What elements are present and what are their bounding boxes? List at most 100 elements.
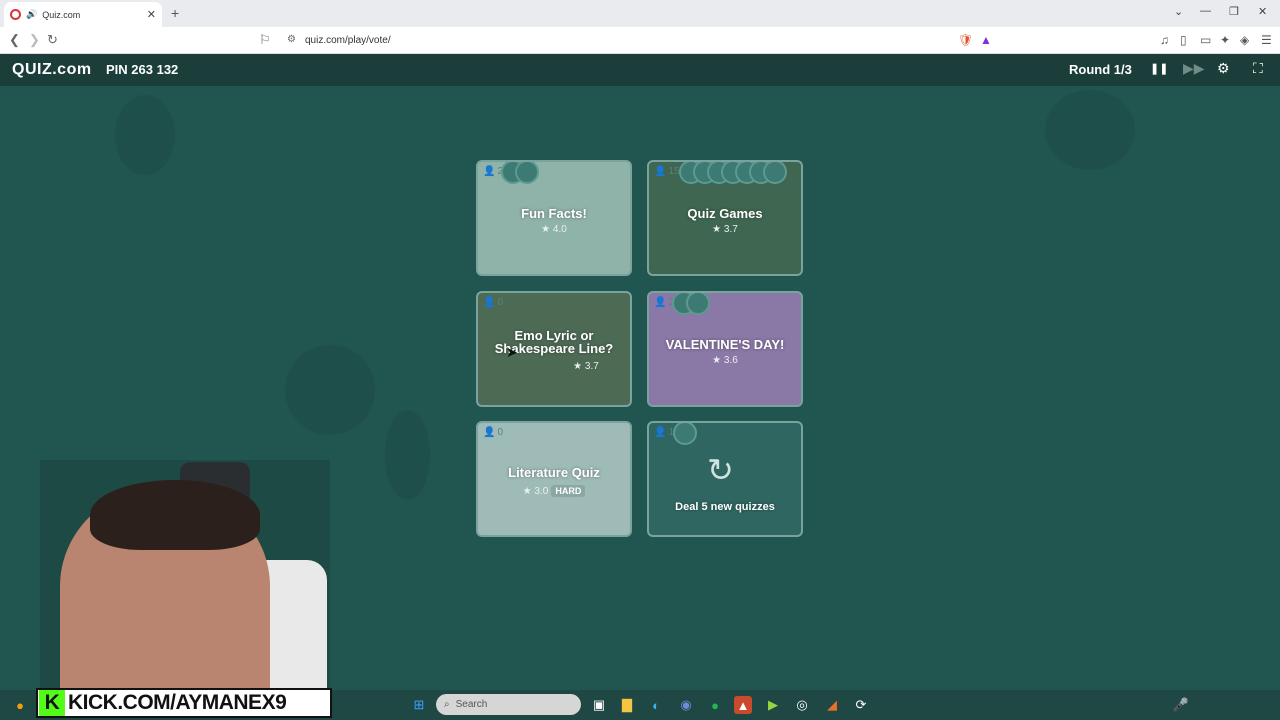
mouse-cursor-icon: ➤ (506, 344, 518, 360)
url-text: quiz.com/play/vote/ (305, 35, 391, 46)
url-field[interactable]: ⚙ quiz.com/play/vote/ (283, 31, 953, 50)
person-icon: 👤 (483, 427, 496, 438)
vote-count: 👤 1 (654, 427, 675, 438)
kick-logo-icon: K (39, 690, 65, 716)
tab-title: Quiz.com (42, 9, 81, 20)
vote-count: 👤 0 (483, 427, 504, 438)
wallet-icon[interactable]: ▭ (1200, 33, 1211, 47)
maximize-button[interactable]: ❐ (1229, 5, 1239, 18)
close-tab-icon[interactable]: ✕ (147, 8, 156, 21)
fullscreen-icon[interactable]: ⛶ (1253, 60, 1263, 77)
brave-rewards-icon[interactable]: ▲ (980, 33, 992, 47)
back-icon[interactable]: ❮ (9, 32, 20, 48)
browser-tab-bar: 🔊 Quiz.com ✕ + ⌄ — ❐ ✕ (0, 0, 1280, 27)
edge-icon[interactable]: ◐ (647, 696, 665, 714)
weather-icon[interactable]: ● (11, 696, 29, 714)
close-window-button[interactable]: ✕ (1258, 5, 1267, 18)
brave-shield-icon[interactable]: 🛡 (958, 33, 973, 47)
person-icon: 👤 (654, 166, 667, 177)
quiz-header: QUIZ.com PIN 263 132 Round 1/3 ❚❚ ▶▶ ⚙ ⛶ (0, 54, 1280, 86)
card-rating: ★ 3.7 (712, 224, 738, 235)
quiz-favicon-icon (10, 9, 21, 20)
person-icon: 👤 (483, 166, 496, 177)
vote-count: 👤2 (654, 297, 674, 308)
card-rating: ★ 4.0 (541, 224, 567, 235)
card-title: Quiz Games (687, 206, 763, 221)
steam-icon[interactable]: ◎ (793, 696, 811, 714)
skip-icon[interactable]: ▶▶ (1183, 60, 1205, 77)
streamer-hair (90, 480, 260, 550)
card-rating-row: ★ 3.0 HARD (478, 485, 630, 497)
voter-avatars (673, 423, 697, 445)
card-rating: ★ 3.0 (522, 486, 549, 497)
kick-banner: K KICK.COM/AYMANEX9 (36, 688, 332, 718)
audio-icon: 🔊 (26, 9, 38, 19)
bg-decoration (1045, 90, 1135, 170)
leo-icon[interactable]: ✦ (1220, 33, 1230, 47)
logo-text: QUIZ.com (12, 61, 92, 78)
discord-icon[interactable]: ◉ (677, 696, 695, 714)
person-icon: 👤 (654, 427, 667, 438)
vote-count: 👤2 (483, 166, 503, 177)
voter-avatar (673, 423, 697, 445)
card-title: Fun Facts! (521, 206, 587, 221)
pause-icon[interactable]: ❚❚ (1150, 62, 1168, 75)
person-icon: 👤 (654, 297, 667, 308)
voter-avatar (763, 162, 787, 184)
voter-avatar (515, 162, 539, 184)
media-icon[interactable]: ♫ (1160, 33, 1169, 47)
sidebar-icon[interactable]: ▯ (1180, 33, 1187, 47)
quiz-card-literature[interactable]: 👤 0 Literature Quiz ★ 3.0 HARD (476, 421, 632, 537)
card-title: VALENTINE'S DAY! (665, 337, 785, 352)
taskbar-search[interactable]: ⌕ Search (436, 694, 581, 715)
card-title: Emo Lyric or Shakespeare Line? (494, 328, 614, 356)
voter-avatar (686, 293, 710, 315)
card-rating: ★ 3.6 (712, 355, 738, 366)
card-rating: ★ 3.7 (573, 361, 599, 372)
app-icon-2[interactable]: ⟳ (852, 696, 870, 714)
file-explorer-icon[interactable]: ▇ (618, 696, 636, 714)
round-indicator: Round 1/3 (1069, 62, 1132, 77)
reload-icon[interactable]: ↻ (47, 32, 58, 48)
difficulty-badge: HARD (551, 485, 586, 497)
search-placeholder: Search (455, 699, 488, 710)
media-player-icon[interactable]: ▶ (764, 696, 782, 714)
voter-avatars (679, 162, 787, 184)
spotify-icon[interactable]: ● (706, 696, 724, 714)
settings-gear-icon[interactable]: ⚙ (1217, 60, 1230, 77)
app-icon[interactable]: ◢ (823, 696, 841, 714)
card-title: Deal 5 new quizzes (675, 501, 775, 513)
vote-count: 👤 0 (483, 297, 504, 308)
deal-new-quizzes-card[interactable]: 👤 1 ↻ Deal 5 new quizzes (647, 421, 803, 537)
new-tab-button[interactable]: + (171, 5, 179, 21)
vpn-icon[interactable]: ◈ (1240, 33, 1249, 47)
bg-decoration (385, 410, 430, 500)
tab-list-icon[interactable]: ⌄ (1174, 5, 1183, 18)
bg-decoration (115, 95, 175, 175)
microphone-icon[interactable]: 🎤 (1172, 696, 1190, 714)
forward-icon[interactable]: ❯ (29, 32, 40, 48)
bookmark-icon[interactable]: ⚐ (259, 32, 271, 48)
voter-avatars (501, 162, 539, 184)
game-pin: PIN 263 132 (106, 62, 179, 77)
quiz-card-fun-facts[interactable]: 👤2 Fun Facts! ★ 4.0 (476, 160, 632, 276)
vote-count: 👤 15 (654, 166, 680, 177)
quiz-card-emo-lyric[interactable]: 👤 0 Emo Lyric or Shakespeare Line? ★ 3.7 (476, 291, 632, 407)
bg-decoration (285, 345, 375, 435)
address-bar-row: ❮ ❯ ↻ ⚐ ⚙ quiz.com/play/vote/ 🛡 ▲ ♫ ▯ ▭ … (0, 27, 1280, 54)
quiz-logo[interactable]: QUIZ.com (12, 61, 92, 79)
browser-tab[interactable]: 🔊 Quiz.com ✕ (4, 2, 162, 27)
task-view-icon[interactable]: ▣ (590, 696, 608, 714)
person-icon: 👤 (483, 297, 496, 308)
quiz-card-quiz-games[interactable]: 👤 15 Quiz Games ★ 3.7 (647, 160, 803, 276)
quiz-card-valentines[interactable]: 👤2 VALENTINE'S DAY! ★ 3.6 (647, 291, 803, 407)
card-title: Literature Quiz (508, 465, 600, 480)
search-icon: ⌕ (444, 699, 450, 710)
minimize-button[interactable]: — (1200, 5, 1211, 17)
brave-taskbar-icon[interactable]: ▲ (734, 696, 752, 714)
site-settings-icon[interactable]: ⚙ (287, 34, 296, 45)
refresh-icon: ↻ (707, 452, 734, 488)
kick-url: KICK.COM/AYMANEX9 (68, 691, 287, 714)
windows-start-icon[interactable]: ⊞ (410, 696, 428, 714)
menu-icon[interactable]: ☰ (1261, 33, 1272, 47)
